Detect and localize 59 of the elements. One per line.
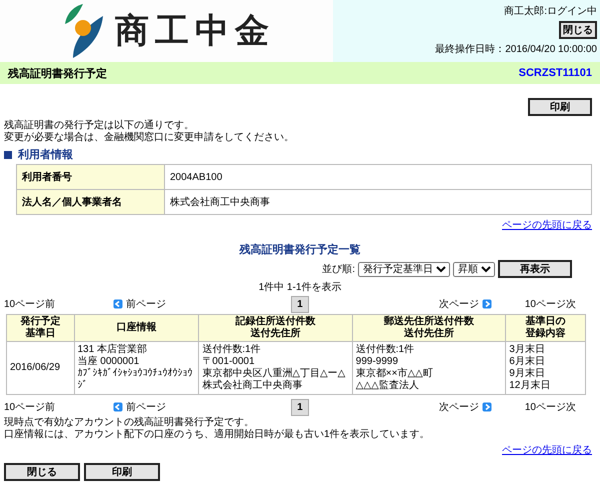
table-cell-line: 999-9999 <box>356 356 400 368</box>
table-cell-line: 送付件数:1件 <box>202 344 262 356</box>
table-cell-line: ｶﾌﾞｼｷｶﾞｲｼｬｼｮｳｺｳﾁｭｳｵｳｼｮｳ <box>78 368 194 380</box>
sort-order-select[interactable]: 昇順 <box>453 262 495 276</box>
intro-text: 変更が必要な場合は、金融機関窓口に変更申請をしてください。 <box>4 132 295 144</box>
table-header-cell: 利用者番号 <box>16 164 164 190</box>
prev-10-pages-label: 10ページ前 <box>4 298 56 311</box>
next-10-pages-label: 10ページ次 <box>524 298 576 311</box>
previous-page-label: 前ページ <box>126 298 166 311</box>
table-cell-line: 当座 0000001 <box>78 356 140 368</box>
intro-text: 残高証明書の発行予定は以下の通りです。 <box>4 120 195 132</box>
prev-10-pages-label: 10ページ前 <box>4 401 56 414</box>
redisplay-button[interactable]: 再表示 <box>498 260 572 278</box>
column-header: 郵送先住所送付件数送付先住所 <box>383 316 474 340</box>
column-header: 記録住所送付件数送付先住所 <box>235 316 316 340</box>
column-header: 発行予定基準日 <box>20 316 61 340</box>
table-header-cell: 法人名／個人事業者名 <box>16 190 164 214</box>
previous-page-label: 前ページ <box>126 401 166 414</box>
print-button[interactable]: 印刷 <box>84 463 160 481</box>
print-button[interactable]: 印刷 <box>528 98 592 116</box>
table-cell-line: 9月末日 <box>509 368 546 380</box>
table-cell-line: 東京都××市△△町 <box>356 368 434 380</box>
table-cell-line: 株式会社商工中央商事 <box>202 380 304 392</box>
section-heading: 残高証明書発行予定一覧 <box>240 242 360 257</box>
table-cell-line: 6月末日 <box>509 356 546 368</box>
next-page-label: 次ページ <box>438 298 479 311</box>
sort-label: 並び順: <box>322 263 355 276</box>
note-text: 口座情報には、アカウント配下の口座のうち、適用開始日時が最も古い1件を表示しています。 <box>4 429 431 441</box>
next-page-label: 次ページ <box>438 401 479 414</box>
sort-field-select[interactable]: 発行予定基準日 <box>358 262 450 276</box>
table-cell-line: △△△監査法人 <box>356 380 420 392</box>
back-to-top-link[interactable]: ページの先頭に戻る <box>502 218 592 232</box>
table-cell-line: 3月末日 <box>509 344 546 356</box>
page-number[interactable]: 1 <box>291 296 309 312</box>
close-button[interactable]: 閉じる <box>559 21 597 39</box>
table-cell-line: ｼﾞ <box>78 380 88 392</box>
table-cell-line: 送付件数:1件 <box>356 344 416 356</box>
table-cell: 株式会社商工中央商事 <box>164 190 592 214</box>
logo-text: 商工中金 <box>115 11 275 52</box>
user-status: 商工太郎:ログイン中 <box>504 4 597 18</box>
section-heading: 利用者情報 <box>18 148 73 162</box>
last-operation-time: 最終操作日時：2016/04/20 10:00:00 <box>435 42 597 56</box>
table-cell-line: 2016/06/29 <box>10 362 62 374</box>
result-count: 1件中 1-1件を表示 <box>258 280 342 294</box>
table-cell-line: 〒001-0001 <box>202 356 256 368</box>
close-button[interactable]: 閉じる <box>4 463 80 481</box>
back-to-top-link[interactable]: ページの先頭に戻る <box>502 443 592 457</box>
table-cell: 2004AB100 <box>164 164 592 190</box>
next-10-pages-label: 10ページ次 <box>524 401 576 414</box>
table-cell-line: 131 本店営業部 <box>78 344 148 356</box>
note-text: 現時点で有効なアカウントの残高証明書発行予定です。 <box>4 417 255 428</box>
page-number[interactable]: 1 <box>291 398 309 416</box>
section-marker-icon <box>4 150 12 158</box>
table-cell-line: 12月末日 <box>509 380 552 392</box>
table-cell-line: 東京都中央区八重洲△丁目△ー△ <box>202 368 346 380</box>
column-header: 基準日の登録内容 <box>525 316 566 340</box>
page-title: 残高証明書発行予定 <box>8 66 107 80</box>
column-header: 口座情報 <box>116 322 157 334</box>
screen-id: SCRZST11101 <box>518 67 592 79</box>
